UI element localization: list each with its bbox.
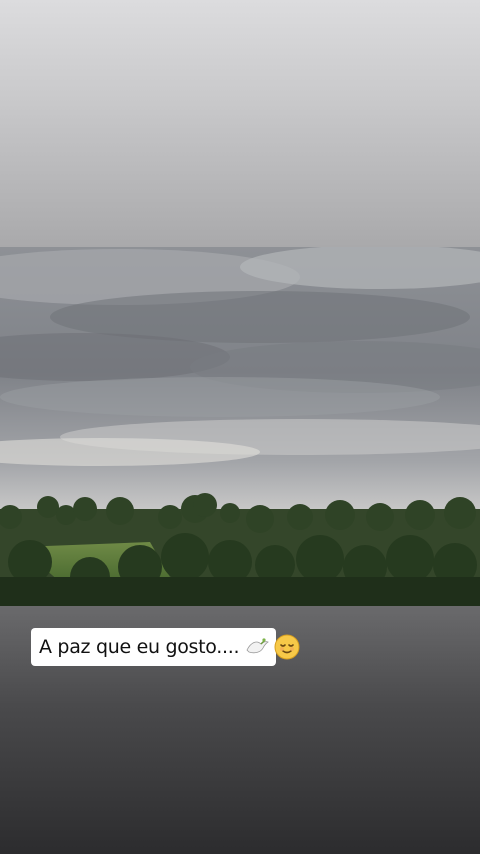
dove-of-peace-icon: [245, 636, 270, 658]
story-view[interactable]: A paz que eu gosto....: [0, 0, 480, 854]
landscape-photo-svg: [0, 247, 480, 606]
relieved-face-icon: [274, 634, 300, 660]
landscape-photo: [0, 247, 480, 606]
top-background-gradient: [0, 0, 480, 247]
caption-sticker[interactable]: A paz que eu gosto....: [31, 628, 300, 666]
caption-text: A paz que eu gosto....: [39, 636, 240, 658]
